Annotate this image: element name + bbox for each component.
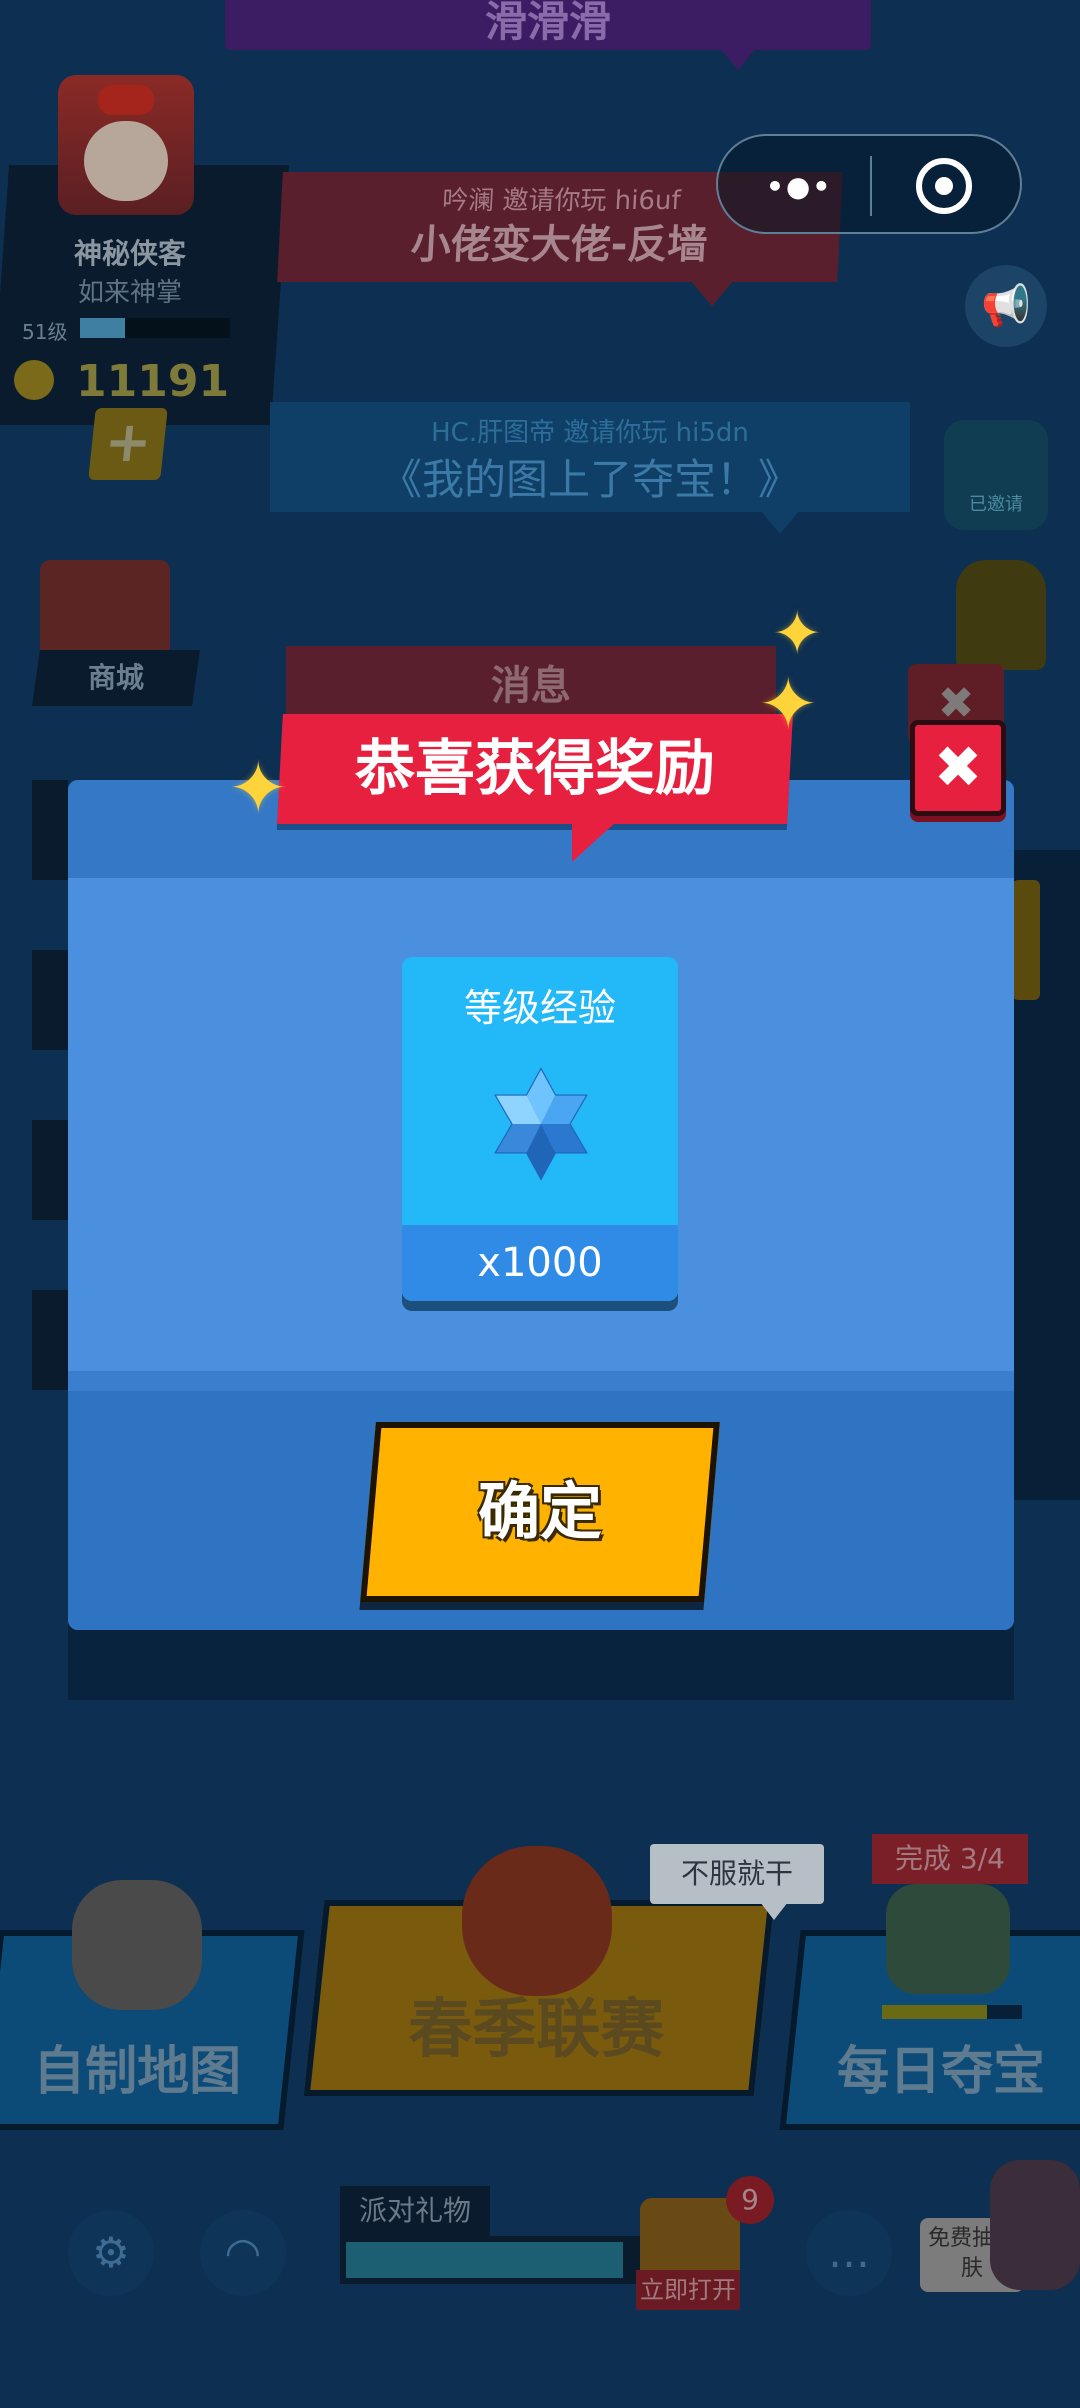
invite-2-sender: HC.肝图帝 邀请你玩 hi5dn [431, 418, 749, 448]
party-gift-label-box: 派对礼物 [340, 2186, 490, 2236]
invite-status-label: 已邀请 [969, 494, 1023, 515]
headset-icon: ◠ [224, 2228, 262, 2277]
level-label: 51级 [22, 320, 68, 344]
daily-progress-text: 完成 3/4 [895, 1842, 1005, 1875]
chat-button[interactable]: … [806, 2210, 892, 2296]
coin-count: 11191 [76, 356, 230, 407]
party-gift-progress-fill [346, 2242, 624, 2278]
open-now-button[interactable]: 立即打开 [636, 2270, 740, 2310]
add-coins-button[interactable]: + [88, 408, 168, 480]
spring-league-mascot [462, 1846, 612, 1996]
background-panel-footer [68, 1620, 1014, 1700]
player-title: 如来神掌 [77, 278, 182, 308]
megaphone-icon: 📢 [981, 283, 1031, 329]
game-lobby-screen: 滑滑滑 神秘侠客 如来神掌 51级 11191 + 吟澜 邀请你玩 hi6uf … [0, 0, 1080, 2408]
daily-progress-bar [882, 2005, 1022, 2019]
reward-title: 恭喜获得奖励 [355, 734, 715, 804]
side-tab-4[interactable] [32, 1290, 68, 1390]
chest-count-badge: 9 [726, 2176, 774, 2224]
confirm-label: 确定 [477, 1475, 602, 1548]
plus-icon: + [101, 410, 156, 475]
skin-character-art [990, 2160, 1080, 2290]
invite-bubble-2[interactable]: HC.肝图帝 邀请你玩 hi5dn 《我的图上了夺宝！》 [270, 402, 910, 512]
sparkle-icon: ✦ [772, 599, 823, 669]
background-right-button[interactable] [1012, 880, 1040, 1000]
level-progress-fill [80, 318, 125, 338]
reward-title-banner: 恭喜获得奖励 [277, 714, 793, 824]
custom-map-label: 自制地图 [33, 2042, 242, 2102]
open-now-label: 立即打开 [640, 2276, 736, 2304]
daily-progress-tag: 完成 3/4 [872, 1834, 1028, 1884]
side-tab-3[interactable] [32, 1120, 68, 1220]
dinosaur-event-icon[interactable] [956, 560, 1046, 670]
reward-item-card: 等级经验 x1000 [402, 957, 678, 1301]
avatar-face [84, 121, 168, 201]
reward-title-tail [572, 822, 616, 862]
treasure-chest-art [886, 1884, 1010, 1994]
shop-button[interactable]: 商城 [32, 650, 200, 706]
league-slogan: 不服就干 [680, 1857, 793, 1890]
reward-amount-band: x1000 [402, 1225, 678, 1301]
custom-map-mascot [72, 1880, 202, 2010]
league-slogan-tail [760, 1902, 788, 1920]
close-icon: ✖ [933, 733, 983, 801]
more-dots-icon[interactable]: •●• [766, 170, 832, 203]
daily-treasure-label: 每日夺宝 [837, 2042, 1046, 2102]
reward-item-name: 等级经验 [463, 986, 616, 1030]
top-banner: 滑滑滑 [225, 0, 871, 50]
league-slogan-tag: 不服就干 [650, 1844, 824, 1904]
top-banner-tail [720, 48, 756, 70]
sparkle-icon: ✦ [758, 662, 819, 746]
invite-2-map: 《我的图上了夺宝！》 [379, 455, 800, 504]
daily-progress-fill [882, 2005, 987, 2019]
gear-icon: ⚙ [92, 2228, 130, 2277]
chat-icon: … [828, 2228, 870, 2277]
level-progress-bar [80, 318, 230, 338]
player-name: 神秘侠客 [73, 237, 186, 270]
coin-icon [14, 360, 54, 400]
top-banner-text: 滑滑滑 [484, 0, 611, 46]
party-gift-label: 派对礼物 [358, 2194, 471, 2227]
side-tab-2[interactable] [32, 950, 68, 1050]
avatar-hat [98, 85, 154, 115]
close-button[interactable]: ✖ [910, 720, 1006, 816]
invite-bubble-1-tail [690, 280, 734, 306]
confirm-button[interactable]: 确定 [360, 1422, 720, 1602]
invite-bubble-2-tail [760, 510, 800, 534]
customer-service-button[interactable]: ◠ [200, 2210, 286, 2296]
side-tab-1[interactable] [32, 780, 68, 880]
shop-label: 商城 [87, 661, 144, 694]
sparkle-icon: ✦ [228, 746, 289, 830]
miniprogram-capsule: •●• [716, 134, 1022, 234]
reward-amount: x1000 [477, 1240, 603, 1286]
settings-button[interactable]: ⚙ [68, 2210, 154, 2296]
crystal-star-icon [494, 1067, 588, 1181]
target-icon[interactable] [916, 158, 972, 214]
party-gift-progress [340, 2236, 660, 2284]
capsule-divider [870, 156, 872, 216]
megaphone-button[interactable]: 📢 [965, 265, 1047, 347]
invite-status-badge[interactable]: 已邀请 [944, 420, 1048, 530]
avatar[interactable] [58, 75, 194, 215]
